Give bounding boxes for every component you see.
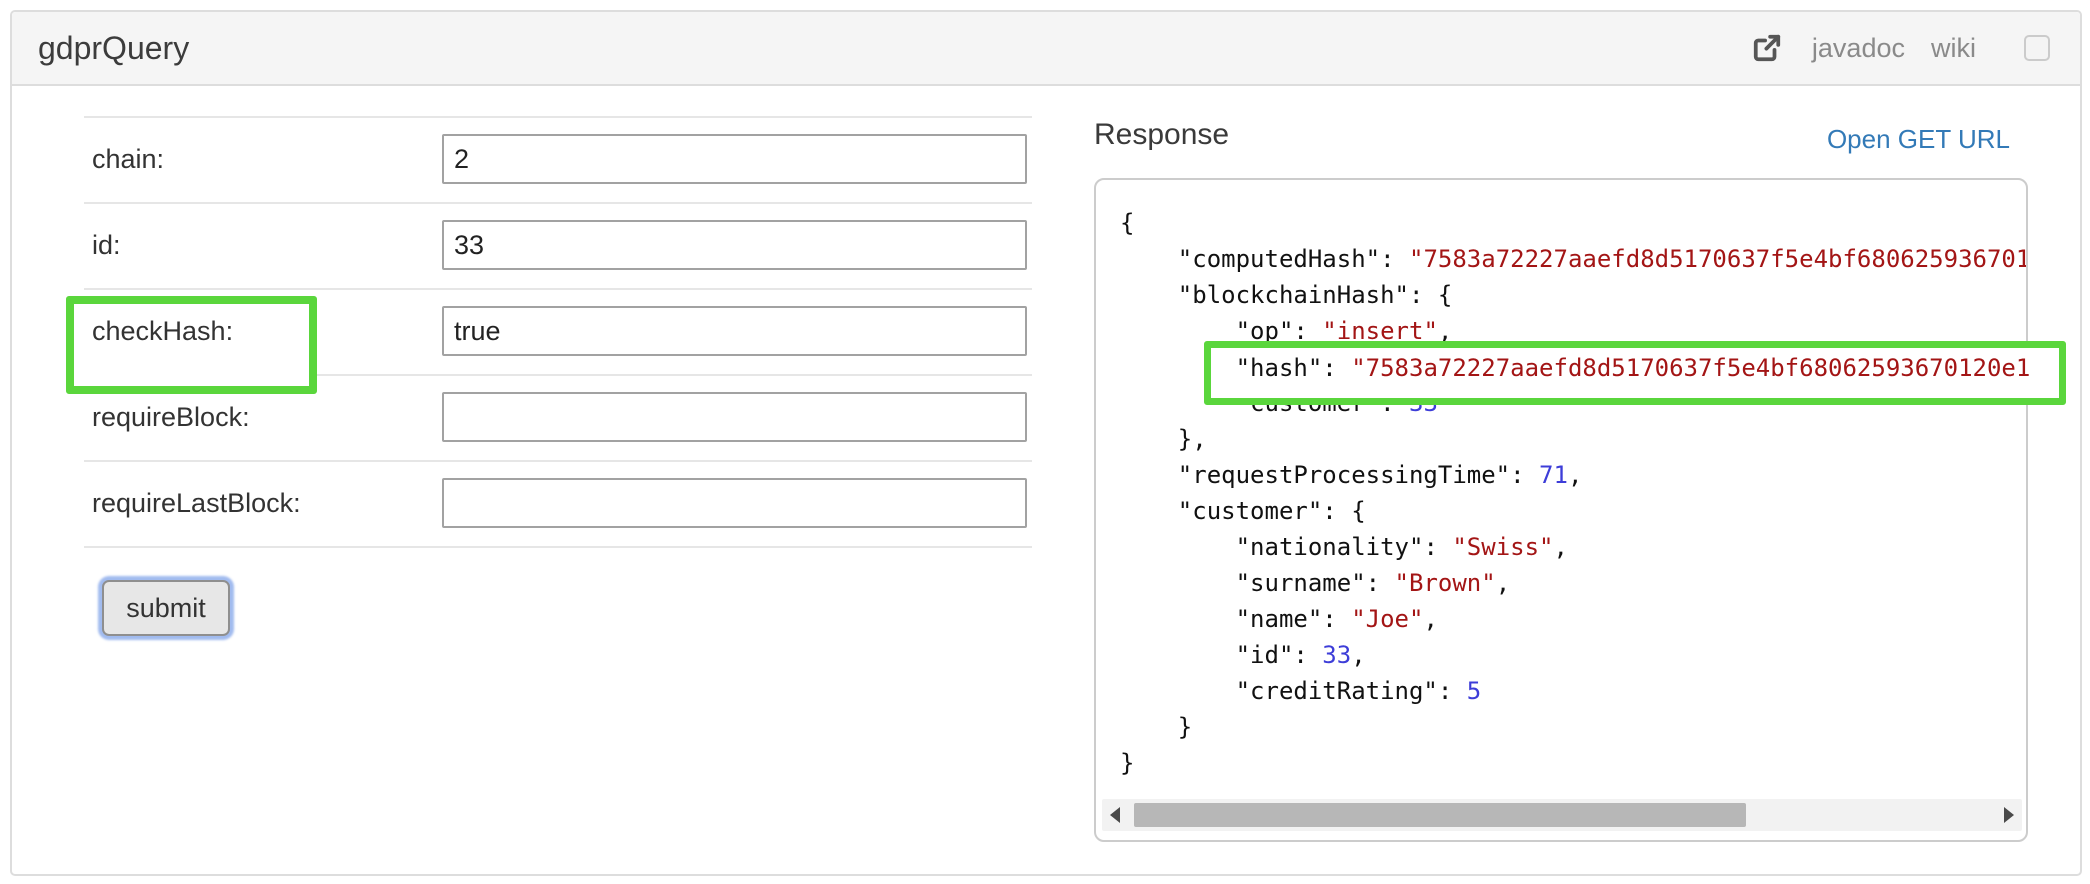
response-json: { "computedHash": "7583a72227aaefd8d5170… xyxy=(1120,209,2028,777)
hash-annotation-box: "hash": "7583a72227aaefd8d5170637f5e4bf6… xyxy=(1204,341,2066,405)
response-title: Response xyxy=(1094,118,1230,151)
external-link-icon[interactable] xyxy=(1752,33,1782,63)
requireblock-label: requireBlock: xyxy=(92,401,250,432)
open-get-url-link[interactable]: Open GET URL xyxy=(1827,124,2010,155)
requirelastblock-label: requireLastBlock: xyxy=(92,487,301,518)
requirelastblock-input[interactable] xyxy=(442,478,1027,528)
requireblock-input[interactable] xyxy=(442,392,1027,442)
scroll-right-arrow[interactable] xyxy=(1996,799,2022,831)
response-json-panel: { "computedHash": "7583a72227aaefd8d5170… xyxy=(1094,178,2028,842)
scrollbar-thumb[interactable] xyxy=(1134,803,1746,827)
id-input[interactable] xyxy=(442,220,1027,270)
wiki-link[interactable]: wiki xyxy=(1931,33,1976,64)
submit-button[interactable]: submit xyxy=(102,580,230,636)
header-actions: javadoc wiki xyxy=(1752,12,2050,84)
form-row-chain: chain: xyxy=(84,116,1032,202)
scroll-left-arrow[interactable] xyxy=(1102,799,1128,831)
header-checkbox[interactable] xyxy=(2024,35,2050,61)
form-divider xyxy=(84,546,1032,548)
chain-label: chain: xyxy=(92,143,165,174)
horizontal-scrollbar[interactable] xyxy=(1102,799,2022,831)
form-row-requirelastblock: requireLastBlock: xyxy=(84,460,1032,546)
chain-input[interactable] xyxy=(442,134,1027,184)
highlighted-hash-line: "hash": "7583a72227aaefd8d5170637f5e4bf6… xyxy=(1235,354,2031,382)
left-triangle-icon xyxy=(1110,807,1120,823)
form-row-id: id: xyxy=(84,202,1032,288)
main-panel: gdprQuery javadoc wiki chain: 2 id: 33 c… xyxy=(10,10,2082,876)
id-label: id: xyxy=(92,229,121,260)
javadoc-link[interactable]: javadoc xyxy=(1812,33,1905,64)
checkhash-label: checkHash: xyxy=(92,315,234,346)
checkhash-input[interactable] xyxy=(442,306,1027,356)
app: gdprQuery javadoc wiki chain: 2 id: 33 c… xyxy=(0,0,2090,884)
panel-header: gdprQuery javadoc wiki xyxy=(12,12,2080,86)
page-title: gdprQuery xyxy=(38,30,190,66)
right-triangle-icon xyxy=(2004,807,2014,823)
